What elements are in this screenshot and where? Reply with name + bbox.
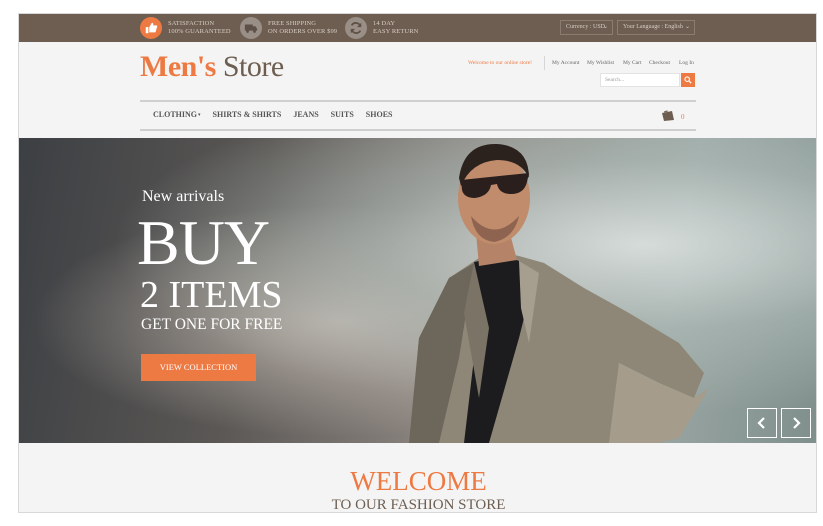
main-nav: CLOTHING▾ SHIRTS & SHIRTS JEANS SUITS SH… <box>153 110 404 119</box>
top-bar: SATISFACTION 100% GUARANTEED FREE SHIPPI… <box>19 14 816 42</box>
search-button[interactable] <box>681 73 695 87</box>
checkout-link[interactable]: Checkout <box>649 60 670 66</box>
promo-return: 14 DAY EASY RETURN <box>345 16 418 40</box>
hero-slider[interactable]: New arrivals BUY 2 ITEMS GET ONE FOR FRE… <box>19 138 816 443</box>
promo-line2: 100% GUARANTEED <box>168 28 231 35</box>
thumbs-up-icon <box>140 17 162 39</box>
logo-part2: Store <box>215 50 284 83</box>
nav-item-clothing[interactable]: CLOTHING▾ <box>153 110 201 119</box>
nav-item-shirts[interactable]: SHIRTS & SHIRTS <box>213 110 282 119</box>
promo-line1: FREE SHIPPING <box>268 20 317 27</box>
chevron-down-icon: ⌄ <box>684 24 690 30</box>
chevron-down-icon: ⌄ <box>602 24 608 30</box>
chevron-down-icon: ▾ <box>198 113 201 118</box>
promo-satisfaction: SATISFACTION 100% GUARANTEED <box>140 16 231 40</box>
currency-select[interactable]: Currency : USD ⌄ <box>560 20 613 35</box>
nav-item-shoes[interactable]: SHOES <box>366 110 393 119</box>
page-frame: SATISFACTION 100% GUARANTEED FREE SHIPPI… <box>18 13 817 513</box>
welcome-subtitle: TO OUR FASHION STORE <box>331 497 506 513</box>
view-collection-button[interactable]: VIEW COLLECTION <box>141 354 256 381</box>
chevron-left-icon <box>757 417 765 429</box>
promo-shipping: FREE SHIPPING ON ORDERS OVER $99 <box>240 16 337 40</box>
slider-prev-button[interactable] <box>747 408 777 438</box>
nav-bottom-border <box>140 129 696 131</box>
hero-line3: GET ONE FOR FREE <box>141 316 283 333</box>
promo-line2: EASY RETURN <box>373 28 419 35</box>
currency-value: Currency : USD <box>566 24 605 30</box>
hero-subtitle: New arrivals <box>142 188 225 205</box>
nav-item-label: CLOTHING <box>153 110 198 119</box>
cart-count: 0 <box>681 113 685 121</box>
promo-line1: SATISFACTION <box>168 20 215 27</box>
hero-headline: BUY <box>137 207 270 278</box>
promo-line1: 14 DAY <box>373 20 396 27</box>
promo-line2: ON ORDERS OVER $99 <box>268 28 338 35</box>
divider <box>544 56 545 70</box>
slider-next-button[interactable] <box>781 408 811 438</box>
hero-line2: 2 ITEMS <box>140 274 283 316</box>
welcome-message: Welcome to our online store! <box>468 60 533 66</box>
chevron-right-icon <box>793 417 801 429</box>
language-select[interactable]: Your Language : English ⌄ <box>617 20 695 35</box>
cart-icon[interactable] <box>661 110 675 122</box>
language-value: Your Language : English <box>623 24 683 30</box>
nav-item-suits[interactable]: SUITS <box>331 110 354 119</box>
nav-item-jeans[interactable]: JEANS <box>293 110 318 119</box>
truck-icon <box>240 17 262 39</box>
nav-top-border <box>140 100 696 102</box>
store-logo[interactable]: Men's Store <box>140 50 284 84</box>
refresh-icon <box>345 17 367 39</box>
my-wishlist-link[interactable]: My Wishlist <box>587 60 614 66</box>
search-input[interactable]: Search... <box>600 73 680 87</box>
hero-model-image <box>409 143 709 443</box>
my-account-link[interactable]: My Account <box>552 60 579 66</box>
search-icon <box>684 76 692 84</box>
login-link[interactable]: Log In <box>679 60 694 66</box>
my-cart-link[interactable]: My Cart <box>623 60 642 66</box>
welcome-title: WELCOME <box>350 466 487 496</box>
logo-part1: Men's <box>140 50 216 83</box>
